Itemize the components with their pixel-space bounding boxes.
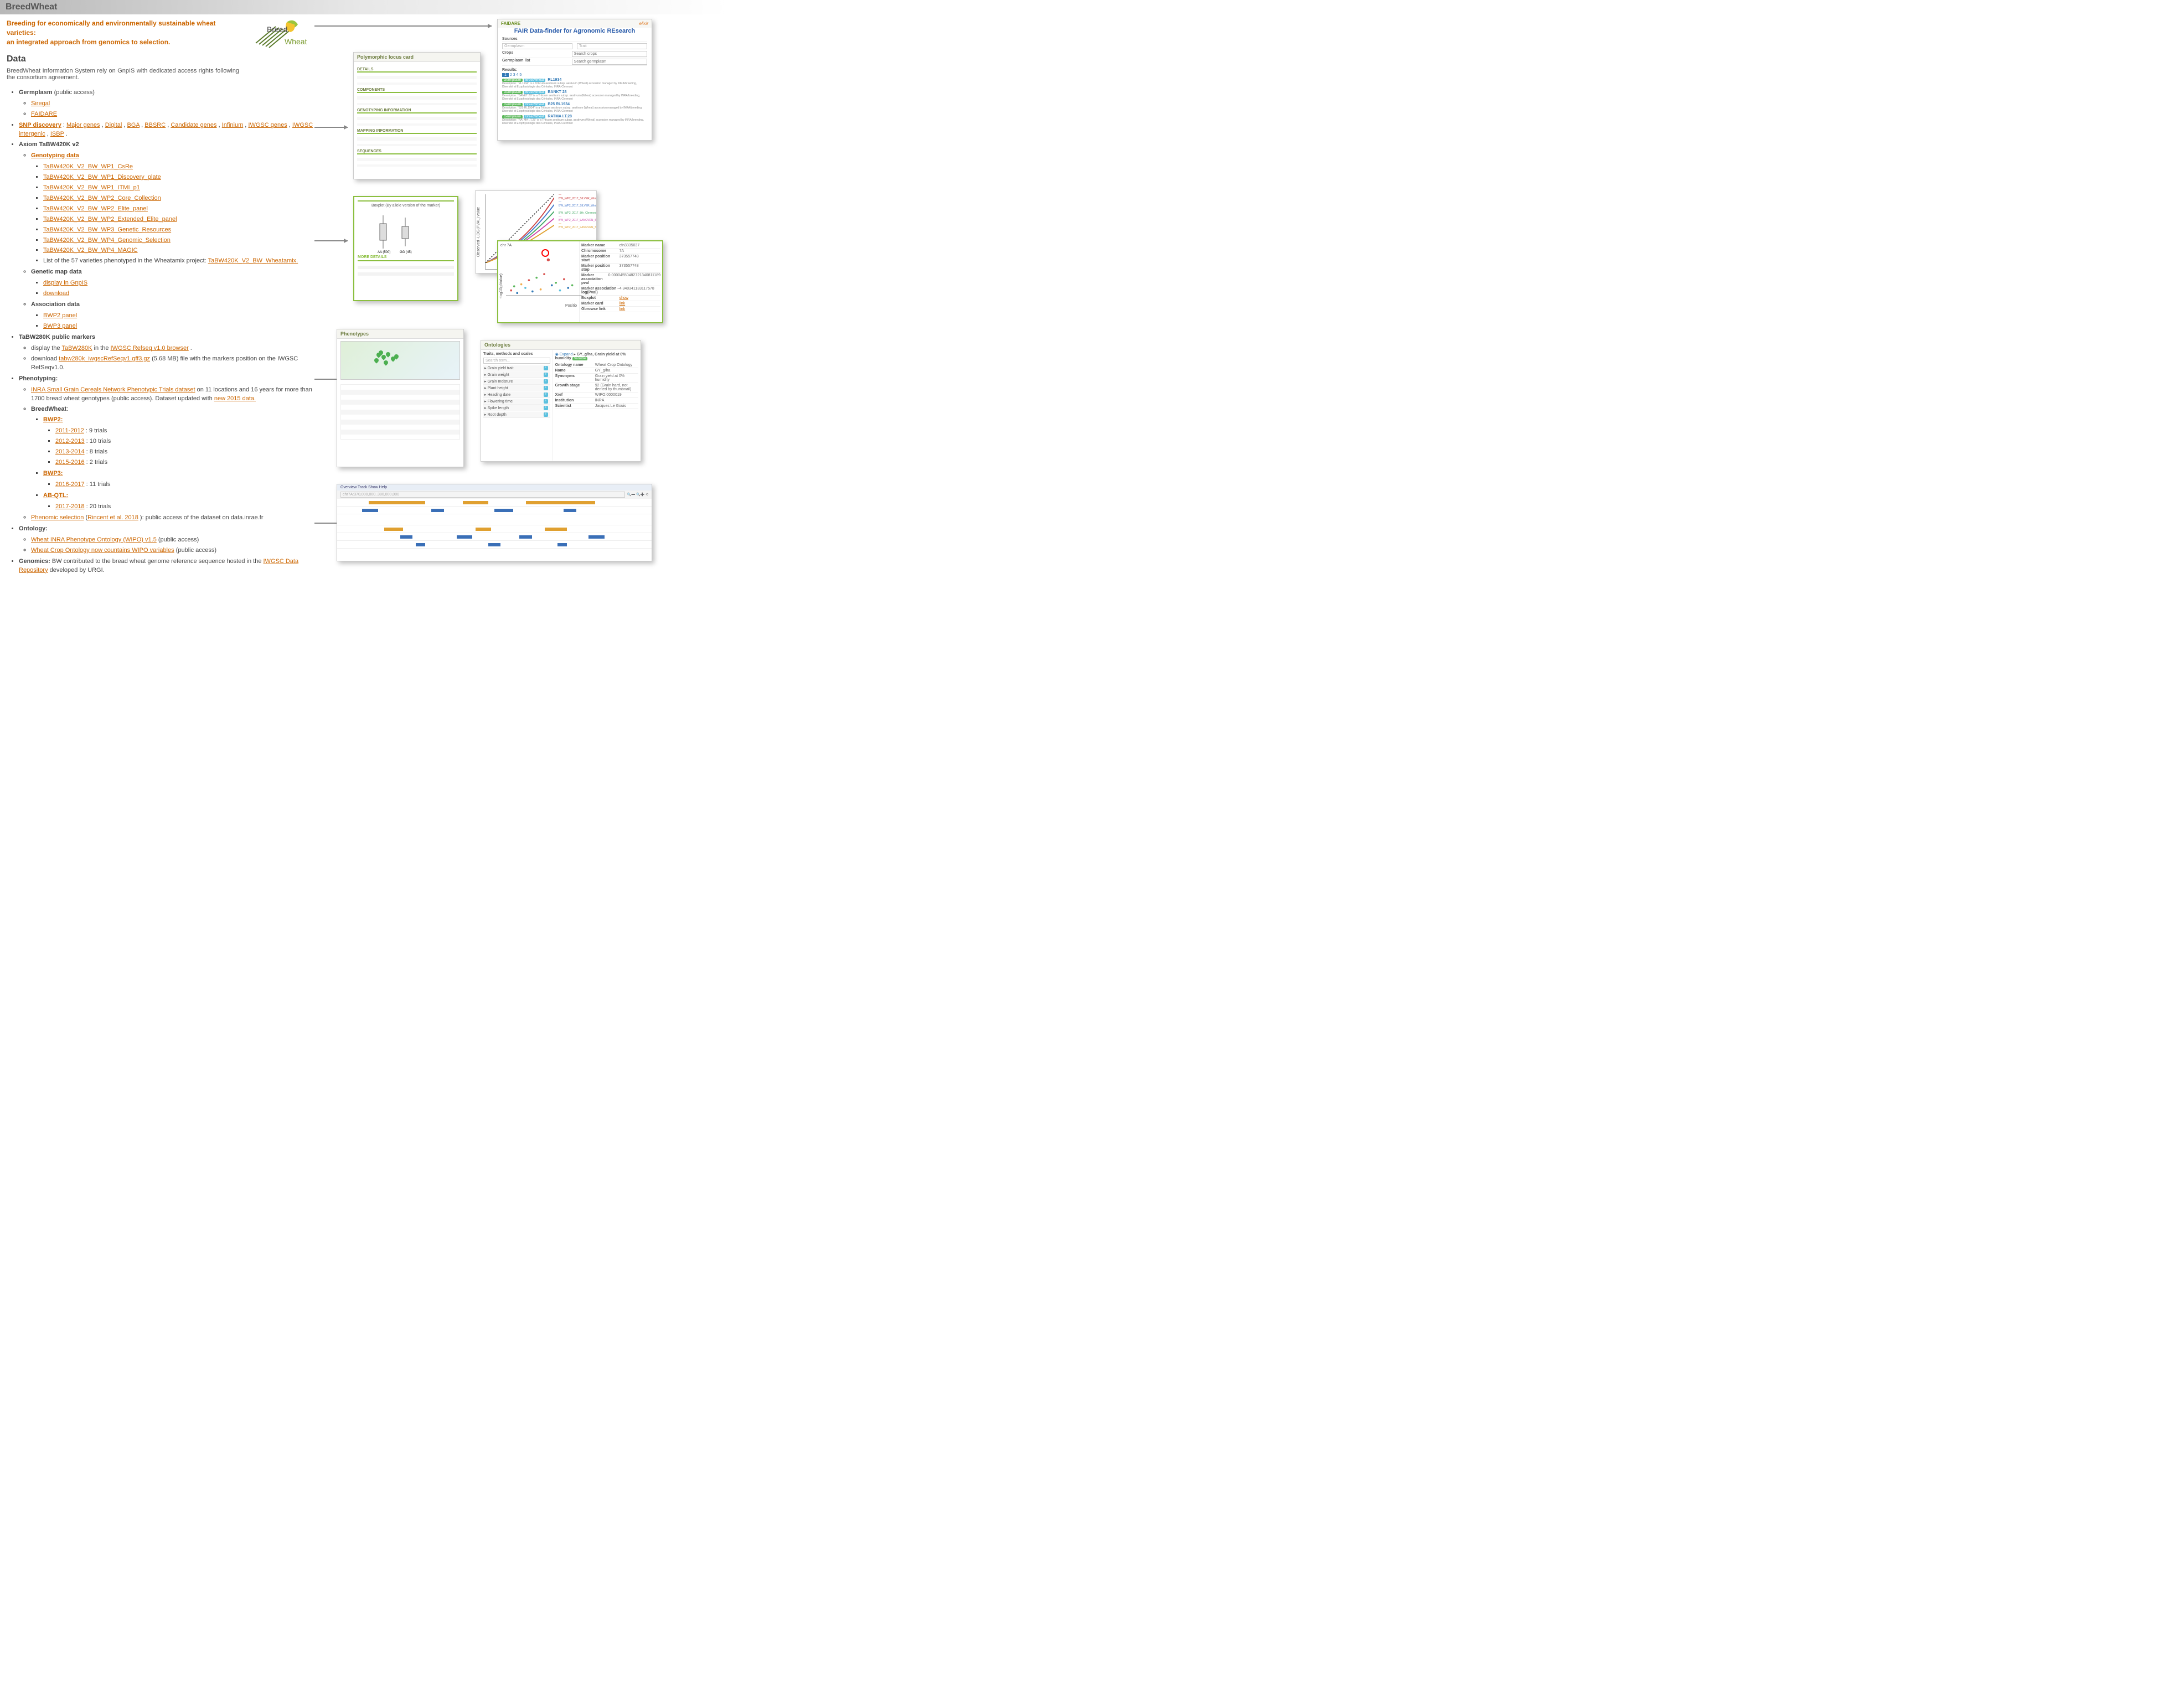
- link-genotyping-dataset[interactable]: TaBW420K_V2_BW_WP1_CsRe: [43, 163, 133, 170]
- link-snp[interactable]: BGA: [127, 122, 140, 128]
- link-snp[interactable]: Digital: [105, 122, 122, 128]
- link-map-download[interactable]: download: [43, 290, 69, 297]
- link-bwp3-panel[interactable]: BWP3 panel: [43, 323, 77, 329]
- link-new-2015[interactable]: new 2015 data.: [214, 395, 256, 402]
- link-genotyping-dataset[interactable]: TaBW420K_V2_BW_WP2_Extended_Elite_panel: [43, 216, 177, 223]
- thumb-boxplot: Boxplot (By allele version of the marker…: [353, 196, 458, 301]
- link-rincent[interactable]: Rincent et al. 2018: [87, 514, 138, 521]
- link-abqtl[interactable]: AB-QTL:: [43, 492, 68, 499]
- link-gff3-download[interactable]: tabw280k_iwgscRefSeqv1.gff3.gz: [59, 355, 150, 362]
- link-snp[interactable]: Major genes: [66, 122, 100, 128]
- link-genotyping-dataset[interactable]: TaBW420K_V2_BW_WP2_Elite_panel: [43, 205, 148, 212]
- link-snp[interactable]: ISBP: [50, 131, 64, 137]
- link-genotyping-dataset[interactable]: TaBW420K_V2_BW_WP2_Core_Collection: [43, 195, 161, 202]
- link-iwgsc-browser[interactable]: IWGSC Refseq v1.0 browser: [111, 345, 189, 352]
- thumb-phenotypes: Phenotypes: [337, 329, 464, 467]
- link-bwp3[interactable]: BWP3:: [43, 470, 63, 477]
- svg-text:GG (45): GG (45): [400, 251, 412, 254]
- project-tagline: Breeding for economically and environmen…: [7, 19, 239, 47]
- breedwheat-logo: Breed Wheat: [250, 19, 317, 52]
- data-intro: BreedWheat Information System rely on Gn…: [7, 68, 239, 81]
- link-siregal[interactable]: Siregal: [31, 100, 50, 107]
- link-trial-year[interactable]: 2011-2012: [55, 427, 84, 434]
- link-genotyping-dataset[interactable]: TaBW420K_V2_BW_WP4_Genomic_Selection: [43, 237, 171, 244]
- link-snp[interactable]: Candidate genes: [171, 122, 216, 128]
- link-trial-year[interactable]: 2017-2018: [55, 503, 85, 510]
- documentation-text: Breeding for economically and environmen…: [7, 19, 317, 577]
- link-wheatamix[interactable]: TaBW420K_V2_BW_Wheatamix.: [208, 257, 298, 264]
- link-genotyping-dataset[interactable]: TaBW420K_V2_BW_WP3_Genetic_Resources: [43, 226, 171, 233]
- arrow-icon: [314, 240, 348, 241]
- list-item: Phenotyping: INRA Small Grain Cereals Ne…: [19, 375, 317, 523]
- link-trial-year[interactable]: 2015-2016: [55, 459, 85, 466]
- list-item: TaBW280K public markers display the TaBW…: [19, 333, 317, 373]
- thumb-ontologies: Ontologies Traits, methods and scales Se…: [481, 340, 641, 462]
- list-item: Genomics: BW contributed to the bread wh…: [19, 557, 317, 575]
- link-snp[interactable]: IWGSC genes: [248, 122, 287, 128]
- link-phenomic[interactable]: Phenomic selection: [31, 514, 84, 521]
- list-item: Axiom TaBW420K v2 Genotyping data TaBW42…: [19, 141, 317, 331]
- svg-text:AA (500): AA (500): [378, 251, 390, 254]
- link-genotyping-dataset[interactable]: TaBW420K_V2_BW_WP4_MAGIC: [43, 247, 138, 254]
- thumb-gbrowse: Overview Track Show Help chr7A:370,000,0…: [337, 484, 652, 561]
- arrow-icon: [314, 25, 492, 27]
- link-trial-year[interactable]: 2012-2013: [55, 438, 85, 445]
- link-faidare[interactable]: FAIDARE: [31, 111, 57, 117]
- thumb-manhattan: chr 7A -log10(pValue) Positio Marker nam…: [497, 240, 663, 323]
- svg-text:Wheat: Wheat: [285, 37, 307, 46]
- list-item: SNP discovery : Major genes , Digital , …: [19, 121, 317, 139]
- link-snp[interactable]: Infinium: [222, 122, 244, 128]
- link-genotyping[interactable]: Genotyping data: [31, 152, 79, 159]
- project-header: BreedWheat: [0, 0, 728, 14]
- link-snp[interactable]: BBSRC: [144, 122, 166, 128]
- data-heading: Data: [7, 54, 239, 64]
- thumb-locus-card: Polymorphic locus card DETAILSCOMPONENTS…: [353, 52, 481, 179]
- arrow-icon: [314, 127, 348, 128]
- link-tabw280k[interactable]: TaBW280K: [61, 345, 92, 352]
- link-genotyping-dataset[interactable]: TaBW420K_V2_BW_WP1_ITMI_p1: [43, 184, 140, 191]
- link-trial-year[interactable]: 2016-2017: [55, 481, 85, 488]
- link-wipo[interactable]: Wheat INRA Phenotype Ontology (WIPO) v1.…: [31, 536, 157, 543]
- link-crop-ontology[interactable]: Wheat Crop Ontology now countains WIPO v…: [31, 547, 174, 554]
- thumb-faidare: FAIDARE elixir FAIR Data-finder for Agro…: [497, 19, 652, 141]
- link-map-display[interactable]: display in GnpIS: [43, 280, 87, 286]
- list-item: Ontology: Wheat INRA Phenotype Ontology …: [19, 525, 317, 555]
- link-genotyping-dataset[interactable]: TaBW420K_V2_BW_WP1_Discovery_plate: [43, 174, 161, 180]
- svg-text:Breed: Breed: [267, 25, 287, 34]
- link-trial-year[interactable]: 2013-2014: [55, 448, 85, 455]
- link-snp-discovery[interactable]: SNP discovery: [19, 122, 61, 128]
- link-inra-dataset[interactable]: INRA Small Grain Cereals Network Phenoty…: [31, 386, 195, 393]
- link-bwp2[interactable]: BWP2:: [43, 416, 63, 423]
- screenshots-collage: FAIDARE elixir FAIR Data-finder for Agro…: [320, 19, 721, 577]
- link-bwp2-panel[interactable]: BWP2 panel: [43, 312, 77, 319]
- list-item: Germplasm (public access) Siregal FAIDAR…: [19, 89, 317, 119]
